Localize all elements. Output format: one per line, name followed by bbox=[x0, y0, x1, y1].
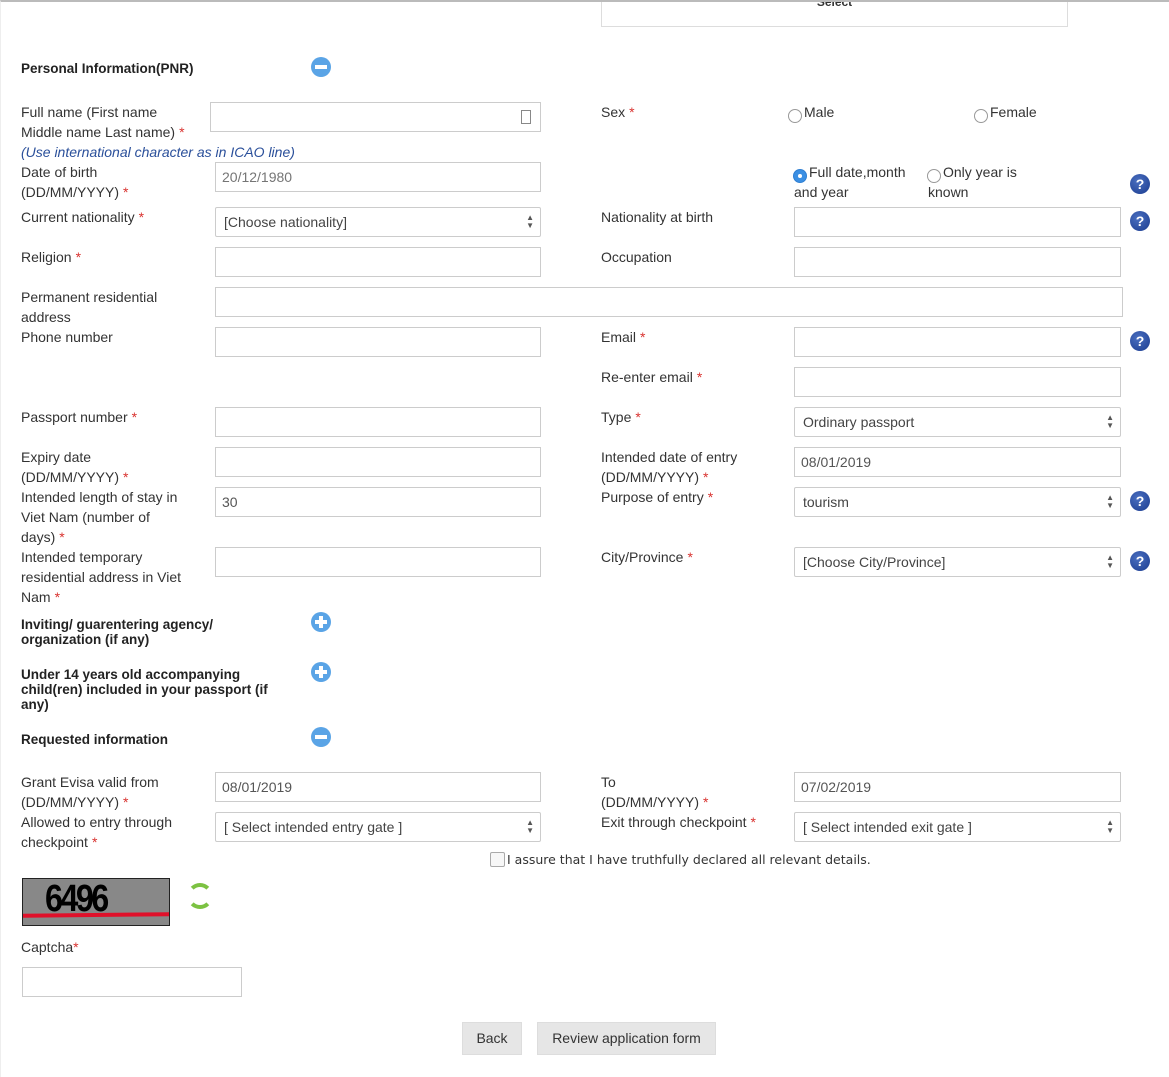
help-icon[interactable]: ? bbox=[1130, 211, 1150, 231]
refresh-captcha-icon[interactable] bbox=[187, 883, 213, 909]
captcha-input[interactable] bbox=[22, 967, 242, 997]
sex-female-label: Female bbox=[990, 104, 1037, 120]
expand-children-icon[interactable] bbox=[311, 662, 331, 682]
help-icon[interactable]: ? bbox=[1130, 551, 1150, 571]
city-select[interactable]: [Choose City/Province] ▲ ▼ bbox=[794, 547, 1121, 577]
full-name-label: Full name (First name Middle name Last n… bbox=[21, 104, 185, 140]
entry-date-label: Intended date of entry (DD/MM/YYYY) * bbox=[601, 449, 738, 485]
review-button[interactable]: Review application form bbox=[537, 1022, 716, 1055]
help-icon[interactable]: ? bbox=[1130, 331, 1150, 351]
nationality-birth-input[interactable] bbox=[794, 207, 1121, 237]
to-label: To (DD/MM/YYYY) * bbox=[601, 774, 709, 810]
section-personal-title: Personal Information(PNR) bbox=[21, 61, 194, 76]
valid-from-input[interactable]: 08/01/2019 bbox=[215, 772, 541, 802]
sex-female-radio[interactable] bbox=[974, 109, 988, 123]
sex-label: Sex * bbox=[601, 104, 635, 120]
expiry-label: Expiry date (DD/MM/YYYY) * bbox=[21, 449, 129, 485]
address-input[interactable] bbox=[215, 287, 1123, 317]
temp-address-input[interactable] bbox=[215, 547, 541, 577]
section-requested-title: Requested information bbox=[21, 732, 169, 747]
captcha-image: 6496 bbox=[22, 878, 170, 926]
occupation-input[interactable] bbox=[794, 247, 1121, 277]
entry-date-input[interactable]: 08/01/2019 bbox=[794, 447, 1121, 477]
religion-input[interactable] bbox=[215, 247, 541, 277]
religion-label: Religion * bbox=[21, 249, 82, 265]
nationality-birth-label: Nationality at birth bbox=[601, 209, 714, 225]
stay-input[interactable]: 30 bbox=[215, 487, 541, 517]
collapse-requested-icon[interactable] bbox=[311, 727, 331, 747]
city-label: City/Province * bbox=[601, 549, 693, 565]
contact-card-icon bbox=[521, 110, 531, 124]
exit-gate-select[interactable]: [ Select intended exit gate ] ▲ ▼ bbox=[794, 812, 1121, 842]
entry-gate-select[interactable]: [ Select intended entry gate ] ▲ ▼ bbox=[215, 812, 541, 842]
current-nationality-select[interactable]: [Choose nationality] ▲ ▼ bbox=[215, 207, 541, 237]
passport-input[interactable] bbox=[215, 407, 541, 437]
phone-input[interactable] bbox=[215, 327, 541, 357]
help-icon[interactable]: ? bbox=[1130, 174, 1150, 194]
full-name-hint: (Use international character as in ICAO … bbox=[21, 144, 295, 160]
type-label: Type * bbox=[601, 409, 641, 425]
evisa-form: Select Personal Information(PNR) Full na… bbox=[0, 0, 1169, 1077]
purpose-label: Purpose of entry * bbox=[601, 489, 714, 505]
valid-from-label: Grant Evisa valid from (DD/MM/YYYY) * bbox=[21, 774, 159, 810]
full-name-input[interactable] bbox=[210, 102, 541, 132]
dob-year-label: Only year is known bbox=[928, 164, 1017, 200]
passport-type-select[interactable]: Ordinary passport ▲ ▼ bbox=[794, 407, 1121, 437]
email-input[interactable] bbox=[794, 327, 1121, 357]
expiry-input[interactable] bbox=[215, 447, 541, 477]
current-nationality-label: Current nationality * bbox=[21, 209, 145, 225]
phone-label: Phone number bbox=[21, 329, 113, 345]
section-children-title: Under 14 years old accompanying child(re… bbox=[21, 667, 268, 712]
reenter-email-input[interactable] bbox=[794, 367, 1121, 397]
reenter-email-label: Re-enter email * bbox=[601, 369, 703, 385]
assure-checkbox[interactable] bbox=[490, 852, 505, 867]
stay-label: Intended length of stay in Viet Nam (num… bbox=[21, 489, 178, 545]
dob-label: Date of birth (DD/MM/YYYY) * bbox=[21, 164, 129, 200]
section-inviting-title: Inviting/ guarentering agency/ organizat… bbox=[21, 617, 214, 647]
to-input[interactable]: 07/02/2019 bbox=[794, 772, 1121, 802]
email-label: Email * bbox=[601, 329, 646, 345]
temp-address-label: Intended temporary residential address i… bbox=[21, 549, 182, 605]
sex-male-radio[interactable] bbox=[788, 109, 802, 123]
sex-male-label: Male bbox=[804, 104, 835, 120]
captcha-label: Captcha* bbox=[21, 939, 79, 955]
occupation-label: Occupation bbox=[601, 249, 672, 265]
entry-gate-label: Allowed to entry through checkpoint * bbox=[21, 814, 172, 850]
top-select[interactable]: Select bbox=[601, 2, 1068, 27]
back-button[interactable]: Back bbox=[462, 1022, 522, 1055]
dob-input[interactable] bbox=[215, 162, 541, 192]
expand-inviting-icon[interactable] bbox=[311, 612, 331, 632]
collapse-personal-icon[interactable] bbox=[311, 57, 331, 77]
dob-full-label: Full date,month and year bbox=[794, 164, 906, 200]
exit-gate-label: Exit through checkpoint * bbox=[601, 814, 756, 830]
passport-label: Passport number * bbox=[21, 409, 138, 425]
purpose-select[interactable]: tourism ▲ ▼ bbox=[794, 487, 1121, 517]
address-label: Permanent residential address bbox=[21, 289, 158, 325]
assure-label: I assure that I have truthfully declared… bbox=[507, 852, 871, 867]
help-icon[interactable]: ? bbox=[1130, 491, 1150, 511]
